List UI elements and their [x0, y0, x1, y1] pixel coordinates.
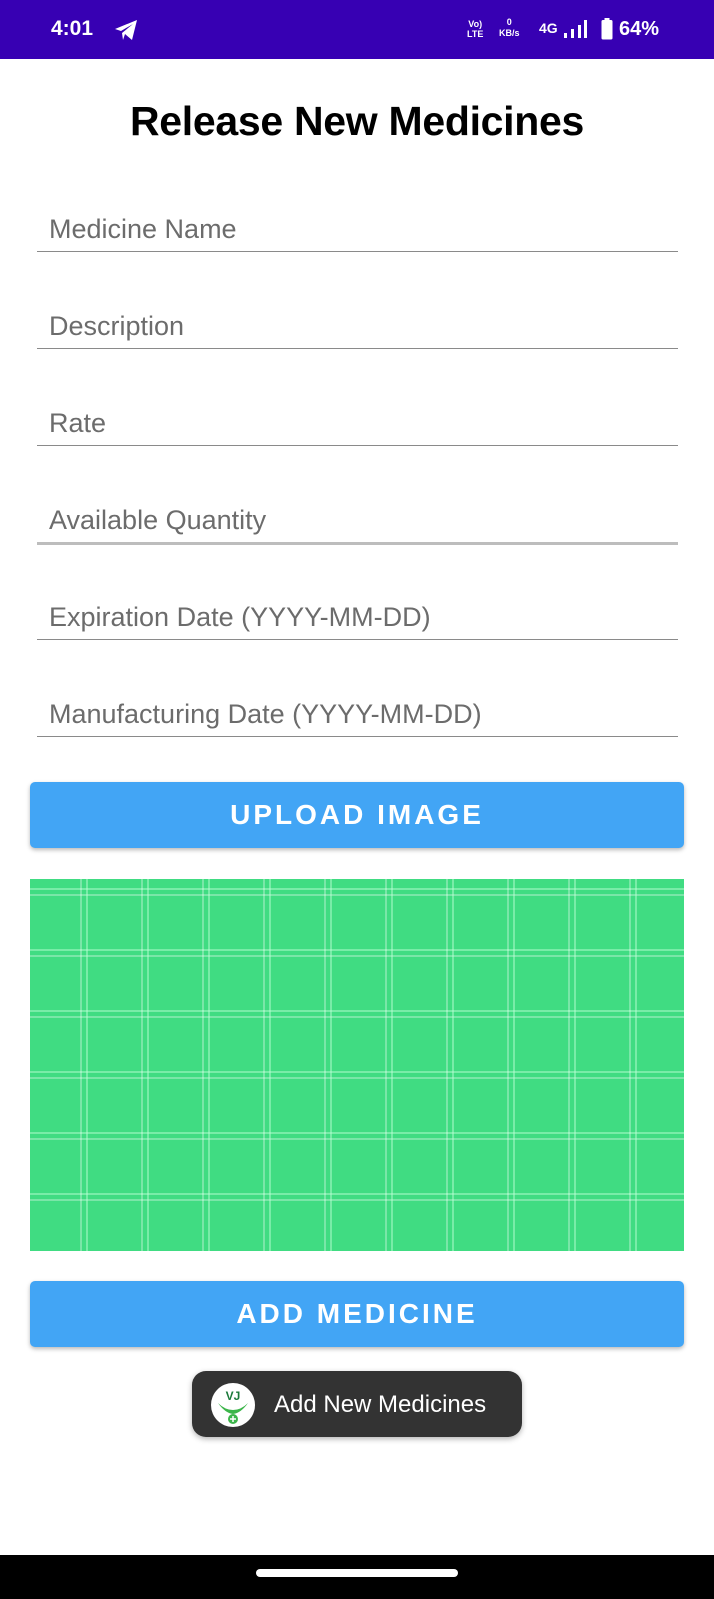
upload-image-button[interactable]: UPLOAD IMAGE: [30, 782, 684, 848]
medicine-image-preview: [30, 879, 684, 1251]
medicine-name-input[interactable]: [49, 214, 669, 245]
status-bar: 4:01 Vo) LTE 0 KB/s 4G 64%: [0, 0, 714, 59]
available-quantity-field[interactable]: [37, 482, 678, 545]
home-gesture-handle[interactable]: [256, 1569, 458, 1577]
manufacturing-date-field[interactable]: [37, 676, 678, 737]
volte-indicator: Vo) LTE: [467, 19, 484, 39]
svg-text:VJ: VJ: [226, 1389, 241, 1403]
navigation-bar: [0, 1555, 714, 1599]
data-rate-indicator: 0 KB/s: [499, 17, 520, 38]
rate-input[interactable]: [49, 408, 669, 439]
toast-message: Add New Medicines: [274, 1391, 487, 1418]
app-logo-graphic: VJ: [218, 1389, 248, 1424]
expiration-date-field[interactable]: [37, 579, 678, 640]
status-time: 4:01: [51, 17, 94, 40]
description-input[interactable]: [49, 311, 669, 342]
battery-icon: [601, 18, 613, 40]
signal-icon: [564, 20, 587, 38]
battery-percentage: 64%: [619, 18, 660, 40]
add-medicine-label: ADD MEDICINE: [236, 1298, 478, 1329]
medicine-name-field[interactable]: [37, 191, 678, 252]
telegram-icon: [115, 20, 137, 40]
description-field[interactable]: [37, 288, 678, 349]
toast: VJ Add New Medicines: [192, 1371, 522, 1437]
app-logo-icon: VJ: [211, 1383, 255, 1427]
network-type: 4G: [539, 20, 558, 36]
add-medicine-button[interactable]: ADD MEDICINE: [30, 1281, 684, 1347]
page-title: Release New Medicines: [129, 98, 585, 144]
manufacturing-date-input[interactable]: [49, 699, 669, 730]
upload-image-label: UPLOAD IMAGE: [230, 799, 484, 830]
expiration-date-input[interactable]: [49, 602, 669, 633]
rate-field[interactable]: [37, 385, 678, 446]
available-quantity-input[interactable]: [49, 505, 669, 536]
